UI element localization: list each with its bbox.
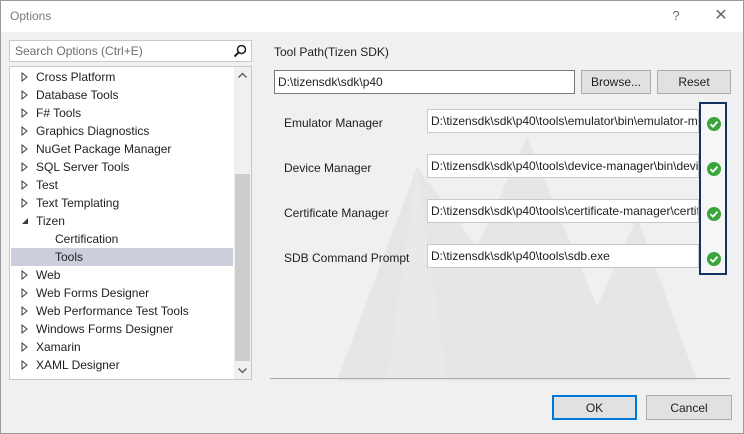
collapsed-arrow-icon[interactable] xyxy=(20,266,30,284)
certificate-manager-label: Certificate Manager xyxy=(284,206,389,220)
collapsed-arrow-icon[interactable] xyxy=(20,302,30,320)
tree-item-label: Tools xyxy=(55,250,84,264)
tree-item-label: Tizen xyxy=(36,214,65,228)
collapsed-arrow-icon[interactable] xyxy=(20,338,30,356)
status-highlight-frame xyxy=(699,102,727,275)
certificate-manager-path[interactable]: D:\tizensdk\sdk\p40\tools\certificate-ma… xyxy=(427,199,699,223)
tree-item[interactable]: NuGet Package Manager xyxy=(11,140,233,158)
device-manager-path[interactable]: D:\tizensdk\sdk\p40\tools\device-manager… xyxy=(427,154,699,178)
collapsed-arrow-icon[interactable] xyxy=(20,158,30,176)
tree-item[interactable]: Web xyxy=(11,266,233,284)
tree-item-label: Certification xyxy=(55,232,119,246)
tree-item-label: Xamarin xyxy=(36,340,81,354)
collapsed-arrow-icon[interactable] xyxy=(20,284,30,302)
sdb-command-prompt-label: SDB Command Prompt xyxy=(284,251,410,265)
tree-item-label: NuGet Package Manager xyxy=(36,142,172,156)
tree-item-label: Test xyxy=(36,178,59,192)
tree-item[interactable]: Test xyxy=(11,176,233,194)
tree-item[interactable]: F# Tools xyxy=(11,104,233,122)
tree-item-label: XAML Designer xyxy=(36,358,120,372)
close-button[interactable]: ✕ xyxy=(707,4,735,28)
emulator-manager-label: Emulator Manager xyxy=(284,116,383,130)
tree-item-label: Web Performance Test Tools xyxy=(36,304,189,318)
tree-item-label: SQL Server Tools xyxy=(36,160,130,174)
watermark-logo xyxy=(337,137,697,381)
check-icon xyxy=(707,207,721,221)
tree-item[interactable]: Tools xyxy=(11,248,233,266)
collapsed-arrow-icon[interactable] xyxy=(20,68,30,86)
tree-item[interactable]: Cross Platform xyxy=(11,68,233,86)
help-button[interactable]: ? xyxy=(665,5,687,27)
tree-item[interactable]: Windows Forms Designer xyxy=(11,320,233,338)
check-icon xyxy=(707,252,721,266)
tree-item-label: Windows Forms Designer xyxy=(36,322,174,336)
collapsed-arrow-icon[interactable] xyxy=(20,320,30,338)
tree-item[interactable]: Certification xyxy=(11,230,233,248)
tree-item[interactable]: Web Performance Test Tools xyxy=(11,302,233,320)
search-icon[interactable] xyxy=(232,43,248,59)
device-manager-label: Device Manager xyxy=(284,161,372,175)
title-bar[interactable]: Options ? ✕ xyxy=(1,1,743,32)
tree-item[interactable]: Text Templating xyxy=(11,194,233,212)
tree-item-label: Database Tools xyxy=(36,88,119,102)
scrollbar-thumb[interactable] xyxy=(235,174,250,361)
cancel-button[interactable]: Cancel xyxy=(646,395,732,420)
check-icon xyxy=(707,162,721,176)
tree-item[interactable]: Xamarin xyxy=(11,338,233,356)
tree-item-label: F# Tools xyxy=(36,106,82,120)
collapsed-arrow-icon[interactable] xyxy=(20,140,30,158)
collapsed-arrow-icon[interactable] xyxy=(20,356,30,374)
tree-item[interactable]: Tizen xyxy=(11,212,233,230)
footer-divider xyxy=(270,378,730,379)
tree-scrollbar[interactable] xyxy=(234,67,251,379)
collapsed-arrow-icon[interactable] xyxy=(20,86,30,104)
browse-button[interactable]: Browse... xyxy=(581,70,651,94)
tree-item-label: Graphics Diagnostics xyxy=(36,124,150,138)
search-options-box[interactable] xyxy=(9,40,252,62)
tree-item[interactable]: SQL Server Tools xyxy=(11,158,233,176)
scroll-down-arrow-icon[interactable] xyxy=(234,362,251,379)
window-title: Options xyxy=(10,9,52,23)
collapsed-arrow-icon[interactable] xyxy=(20,122,30,140)
tree-item[interactable]: Web Forms Designer xyxy=(11,284,233,302)
search-input[interactable] xyxy=(13,42,223,60)
tree-item-label: Web Forms Designer xyxy=(36,286,150,300)
tree-item-label: Text Templating xyxy=(36,196,120,210)
collapsed-arrow-icon[interactable] xyxy=(20,104,30,122)
options-dialog: Options ? ✕ Cross Platform Database Tools… xyxy=(0,0,744,434)
scroll-up-arrow-icon[interactable] xyxy=(234,67,251,84)
tree-item[interactable]: Graphics Diagnostics xyxy=(11,122,233,140)
emulator-manager-path[interactable]: D:\tizensdk\sdk\p40\tools\emulator\bin\e… xyxy=(427,109,699,133)
expanded-arrow-icon[interactable] xyxy=(20,212,30,230)
tool-path-input[interactable] xyxy=(274,70,575,94)
tree-item-label: Web xyxy=(36,268,61,282)
collapsed-arrow-icon[interactable] xyxy=(20,176,30,194)
reset-button[interactable]: Reset xyxy=(657,70,731,94)
ok-button[interactable]: OK xyxy=(552,395,637,420)
check-icon xyxy=(707,117,721,131)
tree-item[interactable]: XAML Designer xyxy=(11,356,233,374)
tree-item[interactable]: Database Tools xyxy=(11,86,233,104)
sdb-command-prompt-path[interactable]: D:\tizensdk\sdk\p40\tools\sdb.exe xyxy=(427,244,699,268)
options-tree: Cross Platform Database Tools F# Tools Grap… xyxy=(9,66,252,380)
tree-item-label: Cross Platform xyxy=(36,70,116,84)
collapsed-arrow-icon[interactable] xyxy=(20,194,30,212)
tool-path-label: Tool Path(Tizen SDK) xyxy=(274,45,389,59)
